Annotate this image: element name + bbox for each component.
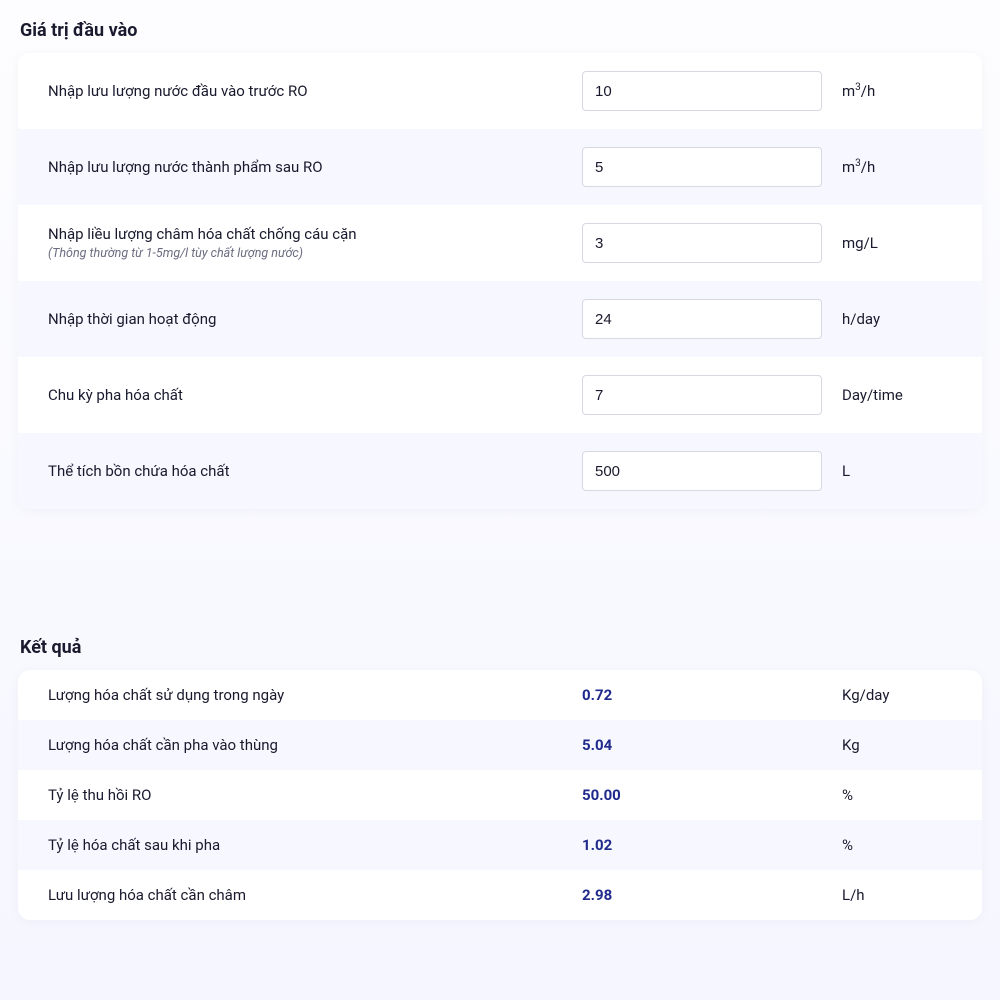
input-label: Nhập lưu lượng nước đầu vào trước RO bbox=[48, 82, 582, 100]
input-label: Nhập lưu lượng nước thành phẩm sau RO bbox=[48, 158, 582, 176]
input-label: Thể tích bồn chứa hóa chất bbox=[48, 462, 582, 480]
input-cell bbox=[582, 375, 842, 415]
input-unit: mg/L bbox=[842, 234, 952, 252]
input-cell bbox=[582, 223, 842, 263]
input-cell bbox=[582, 451, 842, 491]
result-row: Lưu lượng hóa chất cần châm2.98L/h bbox=[18, 870, 982, 920]
result-value: 0.72 bbox=[582, 686, 842, 704]
input-unit: Day/time bbox=[842, 386, 952, 404]
input-label: Nhập thời gian hoạt động bbox=[48, 310, 582, 328]
result-unit: Kg/day bbox=[842, 686, 952, 704]
result-unit: Kg bbox=[842, 736, 952, 754]
input-field-4[interactable] bbox=[582, 375, 822, 415]
input-cell bbox=[582, 71, 842, 111]
result-label: Tỷ lệ thu hồi RO bbox=[48, 786, 582, 804]
input-label-text: Nhập lưu lượng nước đầu vào trước RO bbox=[48, 82, 308, 100]
input-unit: L bbox=[842, 462, 952, 480]
input-row: Thể tích bồn chứa hóa chất L bbox=[18, 433, 982, 509]
result-value: 1.02 bbox=[582, 836, 842, 854]
input-field-5[interactable] bbox=[582, 451, 822, 491]
input-label: Nhập liều lượng châm hóa chất chống cáu … bbox=[48, 225, 582, 261]
input-label-text: Chu kỳ pha hóa chất bbox=[48, 386, 183, 404]
input-field-1[interactable] bbox=[582, 147, 822, 187]
inputs-card: Nhập lưu lượng nước đầu vào trước RO m3/h… bbox=[18, 53, 982, 509]
result-row: Lượng hóa chất sử dụng trong ngày0.72Kg/… bbox=[18, 670, 982, 720]
result-row: Tỷ lệ hóa chất sau khi pha1.02% bbox=[18, 820, 982, 870]
results-card: Lượng hóa chất sử dụng trong ngày0.72Kg/… bbox=[18, 670, 982, 920]
input-field-3[interactable] bbox=[582, 299, 822, 339]
input-row: Nhập liều lượng châm hóa chất chống cáu … bbox=[18, 205, 982, 281]
result-unit: % bbox=[842, 836, 952, 854]
results-section-title: Kết quả bbox=[20, 637, 982, 658]
input-label-text: Nhập lưu lượng nước thành phẩm sau RO bbox=[48, 158, 323, 176]
input-field-2[interactable] bbox=[582, 223, 822, 263]
input-hint: (Thông thường từ 1-5mg/l tùy chất lượng … bbox=[48, 246, 582, 261]
inputs-section-title: Giá trị đầu vào bbox=[20, 20, 982, 41]
input-label-text: Nhập thời gian hoạt động bbox=[48, 310, 216, 328]
input-cell bbox=[582, 147, 842, 187]
result-label: Lượng hóa chất sử dụng trong ngày bbox=[48, 686, 582, 704]
input-unit: h/day bbox=[842, 310, 952, 328]
result-unit: % bbox=[842, 786, 952, 804]
input-cell bbox=[582, 299, 842, 339]
result-value: 2.98 bbox=[582, 886, 842, 904]
result-label: Tỷ lệ hóa chất sau khi pha bbox=[48, 836, 582, 854]
input-label-text: Thể tích bồn chứa hóa chất bbox=[48, 462, 229, 480]
result-unit: L/h bbox=[842, 886, 952, 904]
input-unit: m3/h bbox=[842, 82, 952, 100]
input-label: Chu kỳ pha hóa chất bbox=[48, 386, 582, 404]
input-row: Chu kỳ pha hóa chất Day/time bbox=[18, 357, 982, 433]
result-row: Tỷ lệ thu hồi RO50.00% bbox=[18, 770, 982, 820]
input-field-0[interactable] bbox=[582, 71, 822, 111]
result-value: 5.04 bbox=[582, 736, 842, 754]
input-row: Nhập lưu lượng nước thành phẩm sau RO m3/… bbox=[18, 129, 982, 205]
result-label: Lượng hóa chất cần pha vào thùng bbox=[48, 736, 582, 754]
result-value: 50.00 bbox=[582, 786, 842, 804]
input-label-text: Nhập liều lượng châm hóa chất chống cáu … bbox=[48, 225, 357, 243]
result-label: Lưu lượng hóa chất cần châm bbox=[48, 886, 582, 904]
result-row: Lượng hóa chất cần pha vào thùng5.04Kg bbox=[18, 720, 982, 770]
input-row: Nhập thời gian hoạt động h/day bbox=[18, 281, 982, 357]
input-unit: m3/h bbox=[842, 158, 952, 176]
input-row: Nhập lưu lượng nước đầu vào trước RO m3/h bbox=[18, 53, 982, 129]
